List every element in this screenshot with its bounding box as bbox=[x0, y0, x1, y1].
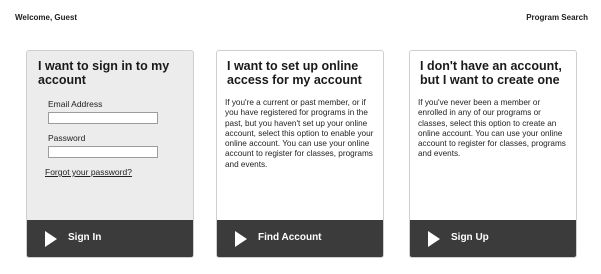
top-bar: Welcome, Guest Program Search bbox=[0, 0, 601, 30]
sign-up-button[interactable]: Sign Up bbox=[410, 220, 576, 257]
create-card-title: I don't have an account, but I want to c… bbox=[420, 59, 562, 87]
password-field[interactable] bbox=[48, 146, 158, 158]
create-card-description: If you've never been a member or enrolle… bbox=[418, 98, 566, 159]
play-icon bbox=[428, 231, 440, 247]
signin-card-title: I want to sign in to my account bbox=[38, 59, 170, 87]
play-icon bbox=[45, 231, 57, 247]
program-search-link[interactable]: Program Search bbox=[526, 13, 588, 22]
setup-card-title: I want to set up online access for my ac… bbox=[227, 59, 362, 87]
sign-up-button-label: Sign Up bbox=[451, 232, 489, 243]
forgot-password-link[interactable]: Forgot your password? bbox=[45, 167, 132, 177]
welcome-text: Welcome, Guest bbox=[15, 13, 78, 22]
play-icon bbox=[235, 231, 247, 247]
find-account-button-label: Find Account bbox=[258, 232, 322, 243]
password-label: Password bbox=[48, 133, 86, 143]
sign-in-button[interactable]: Sign In bbox=[27, 220, 193, 257]
signin-card: I want to sign in to my account Email Ad… bbox=[26, 50, 194, 258]
sign-in-button-label: Sign In bbox=[68, 232, 102, 243]
email-field[interactable] bbox=[48, 112, 158, 124]
find-account-button[interactable]: Find Account bbox=[217, 220, 383, 257]
login-page: Welcome, Guest Program Search I want to … bbox=[0, 0, 601, 274]
create-account-card: I don't have an account, but I want to c… bbox=[409, 50, 577, 258]
setup-access-card: I want to set up online access for my ac… bbox=[216, 50, 384, 258]
setup-card-description: If you're a current or past member, or i… bbox=[225, 98, 374, 169]
email-label: Email Address bbox=[48, 99, 103, 109]
